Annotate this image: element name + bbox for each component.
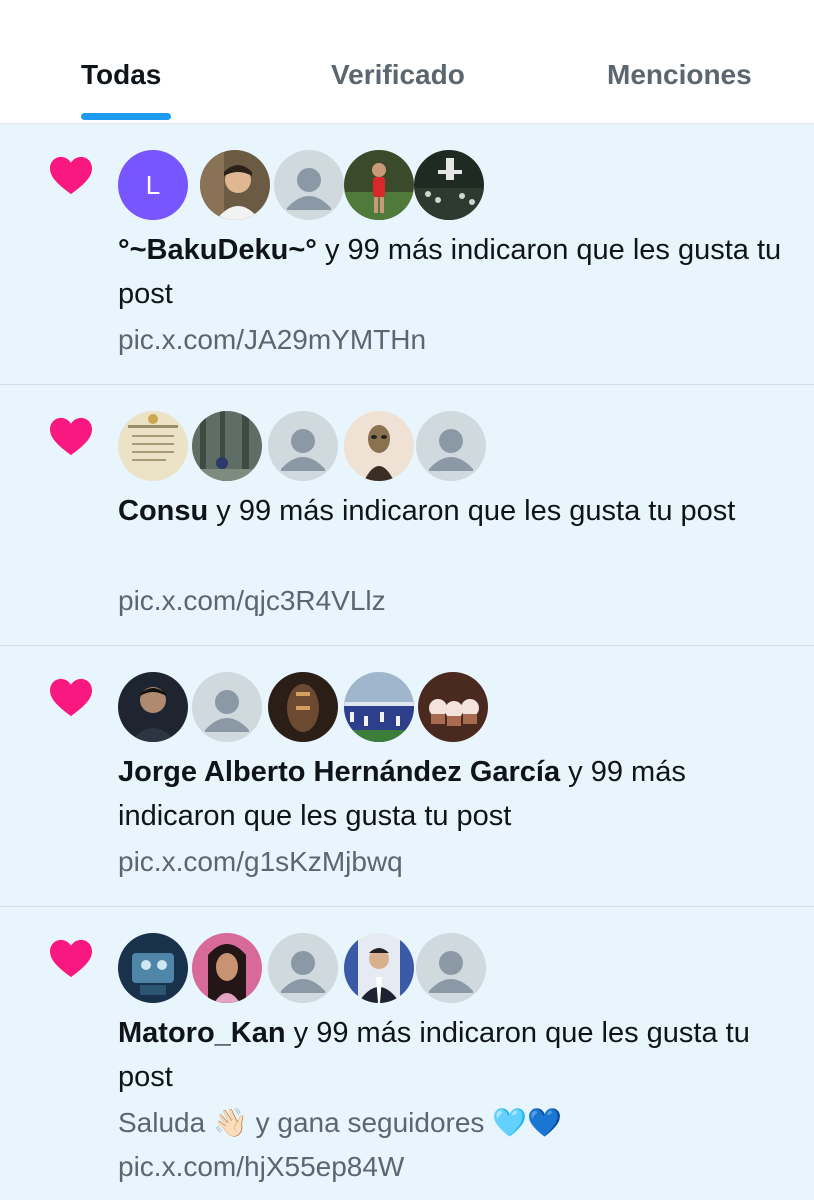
notification-text: Matoro_Kan y 99 más indicaron que les gu… [118, 1011, 798, 1099]
user-name[interactable]: Jorge Alberto Hernández García [118, 756, 560, 788]
post-link[interactable]: pic.x.com/hjX55ep84W [118, 1151, 404, 1182]
avatar[interactable] [344, 150, 414, 220]
avatar[interactable] [344, 933, 414, 1003]
default-avatar[interactable] [274, 150, 344, 220]
post-link[interactable]: pic.x.com/g1sKzMjbwq [118, 840, 403, 884]
heart-icon [50, 156, 92, 195]
notification-text: Jorge Alberto Hernández García y 99 más … [118, 750, 798, 838]
avatar[interactable] [200, 150, 270, 220]
tab-menciones[interactable]: Menciones [607, 56, 752, 94]
like-notification[interactable]: Jorge Alberto Hernández García y 99 más … [0, 646, 814, 907]
like-notification[interactable]: Consu y 99 más indicaron que les gusta t… [0, 385, 814, 646]
avatar-letter: L [145, 170, 161, 200]
like-notification[interactable]: Matoro_Kan y 99 más indicaron que les gu… [0, 907, 814, 1200]
avatar[interactable] [418, 672, 488, 742]
default-avatar[interactable] [192, 672, 262, 742]
avatar[interactable] [192, 411, 262, 481]
avatar[interactable] [414, 150, 484, 220]
notification-text: Consu y 99 más indicaron que les gusta t… [118, 489, 798, 533]
avatar[interactable] [118, 411, 188, 481]
notification-message: y 99 más indicaron que les gusta tu post [208, 495, 736, 527]
notifications-feed: L °~BakuDeku~° y 99 más indicaron que le… [0, 124, 814, 1200]
default-avatar[interactable] [268, 933, 338, 1003]
avatar[interactable] [118, 933, 188, 1003]
heart-icon [50, 939, 92, 978]
post-preview[interactable]: Saluda 👋🏻 y gana seguidores 🩵💙 pic.x.com… [118, 1101, 798, 1189]
tab-verificado[interactable]: Verificado [331, 56, 465, 94]
default-avatar[interactable] [416, 411, 486, 481]
like-notification[interactable]: L °~BakuDeku~° y 99 más indicaron que le… [0, 124, 814, 385]
post-preview-text: Saluda 👋🏻 y gana seguidores 🩵💙 [118, 1107, 562, 1138]
active-tab-indicator [81, 113, 171, 120]
notification-text: °~BakuDeku~° y 99 más indicaron que les … [118, 228, 798, 316]
avatar[interactable] [268, 672, 338, 742]
post-link[interactable]: pic.x.com/qjc3R4VLlz [118, 579, 386, 623]
avatar[interactable] [192, 933, 262, 1003]
default-avatar[interactable] [416, 933, 486, 1003]
user-name[interactable]: °~BakuDeku~° [118, 234, 317, 266]
avatar[interactable] [344, 411, 414, 481]
avatar[interactable] [118, 672, 188, 742]
user-name[interactable]: Consu [118, 495, 208, 527]
post-link[interactable]: pic.x.com/JA29mYMTHn [118, 318, 426, 362]
tab-todas[interactable]: Todas [81, 56, 161, 94]
avatar[interactable]: L [118, 150, 188, 220]
heart-icon [50, 678, 92, 717]
avatar[interactable] [344, 672, 414, 742]
default-avatar[interactable] [268, 411, 338, 481]
notification-tabs: Todas Verificado Menciones [0, 0, 814, 124]
heart-icon [50, 417, 92, 456]
user-name[interactable]: Matoro_Kan [118, 1017, 286, 1049]
